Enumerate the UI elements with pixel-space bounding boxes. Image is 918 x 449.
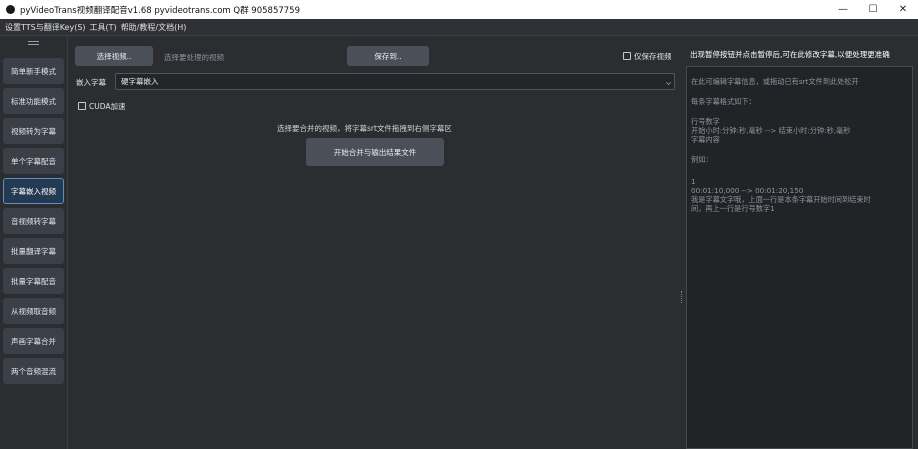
embed-subtitle-label: 嵌入字幕 (76, 78, 106, 87)
window-title: pyVideoTrans视频翻译配音v1.68 pyvideotrans.com… (20, 5, 300, 16)
sidebar: 简单新手模式 标准功能模式 视频转为字幕 单个字幕配音 字幕嵌入视频 音视频转字… (0, 36, 68, 449)
window-controls: — ☐ ✕ (828, 0, 918, 19)
sidebar-item-batch-translate[interactable]: 批量翻译字幕 (3, 238, 64, 264)
sidebar-item-standard-mode[interactable]: 标准功能模式 (3, 88, 64, 114)
editor-line: 1 (691, 177, 696, 186)
menu-settings[interactable]: 设置TTS与翻译Key(S) (5, 22, 86, 33)
start-merge-button[interactable]: 开始合并与输出结果文件 (306, 138, 444, 166)
editor-line: 00:01:10,000 --> 00:01:20,150 (691, 186, 804, 195)
maximize-button[interactable]: ☐ (858, 0, 888, 19)
minimize-button[interactable]: — (828, 0, 858, 19)
subtitle-panel-header: 出现暂停按钮并点击暂停后,可在此修改字幕,以便处理更准确 (690, 50, 890, 59)
save-to-button[interactable]: 保存到.. (347, 46, 429, 66)
sidebar-item-simple-mode[interactable]: 简单新手模式 (3, 58, 64, 84)
merge-instruction: 选择要合并的视频，将字幕srt文件拖拽到右侧字幕区 (277, 124, 452, 133)
sidebar-item-embed-subtitle[interactable]: 字幕嵌入视频 (3, 178, 64, 204)
sidebar-toggle-icon[interactable] (28, 41, 39, 45)
editor-line: 在此可编辑字幕信息，或拖动已有srt文件到此处松开 (691, 77, 859, 86)
chevron-down-icon (666, 80, 671, 85)
close-button[interactable]: ✕ (888, 0, 918, 19)
keep-video-label: 仅保存视频 (634, 52, 672, 61)
subtitle-editor[interactable]: 在此可编辑字幕信息，或拖动已有srt文件到此处松开 每条字幕格式如下： 行号数字… (686, 66, 913, 449)
embed-mode-select[interactable]: 硬字幕嵌入 (115, 73, 675, 90)
editor-line: 间，再上一行是行号数字1 (691, 204, 775, 213)
menu-help[interactable]: 帮助/教程/文档(H) (121, 22, 187, 33)
main-panel: 选择视频.. 选择要处理的视频 保存到.. 仅保存视频 嵌入字幕 硬字幕嵌入 C… (69, 36, 679, 449)
sidebar-item-batch-dubbing[interactable]: 批量字幕配音 (3, 268, 64, 294)
cuda-checkbox[interactable] (78, 102, 86, 110)
sidebar-item-av-to-subtitle[interactable]: 音视频转字幕 (3, 208, 64, 234)
editor-line: 字幕内容 (691, 135, 720, 144)
splitter-grip-icon (681, 291, 682, 303)
sidebar-item-video-to-subtitle[interactable]: 视频转为字幕 (3, 118, 64, 144)
select-video-button[interactable]: 选择视频.. (75, 46, 153, 66)
keep-video-checkbox[interactable] (623, 52, 631, 60)
sidebar-item-subtitle-dubbing[interactable]: 单个字幕配音 (3, 148, 64, 174)
select-video-hint: 选择要处理的视频 (164, 53, 224, 62)
sidebar-item-extract-audio[interactable]: 从视频取音频 (3, 298, 64, 324)
editor-line: 例如： (691, 155, 713, 164)
embed-mode-value: 硬字幕嵌入 (121, 77, 159, 86)
editor-line: 每条字幕格式如下： (691, 97, 756, 106)
subtitle-panel: 出现暂停按钮并点击暂停后,可在此修改字幕,以便处理更准确 在此可编辑字幕信息，或… (685, 36, 918, 449)
cuda-label: CUDA加速 (89, 102, 126, 111)
sidebar-item-mix-audio[interactable]: 两个音频混流 (3, 358, 64, 384)
sidebar-item-merge-av-subtitle[interactable]: 声画字幕合并 (3, 328, 64, 354)
menu-bar: 设置TTS与翻译Key(S) 工具(T) 帮助/教程/文档(H) (0, 19, 918, 36)
app-logo-icon (6, 5, 15, 14)
title-bar: pyVideoTrans视频翻译配音v1.68 pyvideotrans.com… (0, 0, 918, 19)
menu-tools[interactable]: 工具(T) (90, 22, 117, 33)
